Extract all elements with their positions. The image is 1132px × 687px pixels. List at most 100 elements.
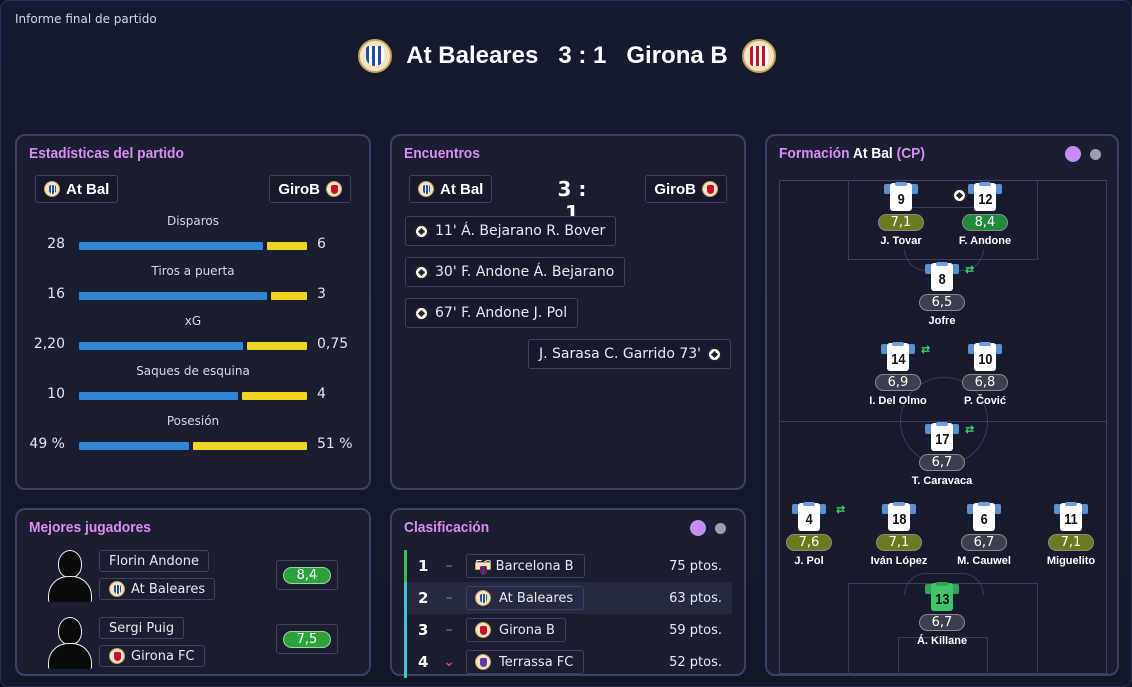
table-row[interactable]: 4 ⌄ Terrassa FC 52 ptos. xyxy=(404,646,732,678)
best-players-panel: Mejores jugadores Florin Andone At Balea… xyxy=(15,508,371,676)
best-player-club[interactable]: Girona FC xyxy=(99,645,205,667)
away-crest-icon xyxy=(702,181,718,197)
shirt-number: 18 xyxy=(891,510,907,528)
away-team-name: Girona B xyxy=(626,42,728,69)
encounters-home-chip: At Bal xyxy=(409,175,493,203)
position-change-icon: ⌄ xyxy=(443,654,455,670)
best-players-title: Mejores jugadores xyxy=(29,519,151,536)
player-rating: 6,9 xyxy=(875,374,921,391)
position-change-icon: – xyxy=(445,622,453,638)
player-rating: 6,7 xyxy=(919,614,965,631)
table-team[interactable]: FC Barcelona B xyxy=(466,554,585,578)
club-crest-icon xyxy=(475,562,491,575)
goal-event: 11' Á. Bejarano R. Bover xyxy=(405,216,617,246)
table-row[interactable]: 3– Girona B 59 ptos. xyxy=(404,614,732,646)
best-player-name[interactable]: Florin Andone xyxy=(99,550,209,572)
formation-player[interactable]: 6 6,7 M. Cauwel xyxy=(939,501,1029,567)
page-dot-active[interactable] xyxy=(1065,146,1081,162)
page-dot[interactable] xyxy=(715,523,726,534)
best-player-name[interactable]: Sergi Puig xyxy=(99,617,185,639)
stat-home-bar xyxy=(79,392,238,400)
table-points: 75 ptos. xyxy=(669,558,722,574)
table-team[interactable]: Terrassa FC xyxy=(466,650,585,674)
window-title: Informe final de partido xyxy=(15,12,157,26)
substitution-icon: ⇄ xyxy=(965,263,975,276)
shirt-icon: 17 xyxy=(925,421,959,451)
stats-away-chip: GiroB xyxy=(269,175,351,203)
table-team[interactable]: At Baleares xyxy=(466,586,585,610)
stat-home-bar xyxy=(79,242,263,250)
home-crest-icon xyxy=(358,39,393,73)
page-dot[interactable] xyxy=(1090,149,1101,160)
table-position: 2 xyxy=(418,589,429,607)
player-rating: 7,6 xyxy=(786,534,832,551)
stat-away-bar xyxy=(271,292,307,300)
formation-player[interactable]: 18 7,1 Iván López xyxy=(854,501,944,567)
player-avatar xyxy=(48,550,92,602)
formation-player[interactable]: 13 6,7 Á. Killane xyxy=(897,581,987,647)
shirt-icon: 9 xyxy=(884,181,918,211)
best-player-rating-value: 8,4 xyxy=(283,566,331,584)
shirt-icon: 10 xyxy=(968,341,1002,371)
stat-home-bar xyxy=(79,442,189,450)
player-rating: 6,7 xyxy=(919,454,965,471)
shirt-number: 17 xyxy=(934,430,950,448)
position-change-icon: – xyxy=(445,558,453,574)
page-dot-active[interactable] xyxy=(690,520,706,536)
table-position: 4 xyxy=(418,653,429,671)
player-rating: 7,1 xyxy=(876,534,922,551)
best-player-rating: 7,5 xyxy=(276,624,338,654)
best-player-rating: 8,4 xyxy=(276,560,338,590)
stat-label: xG xyxy=(184,314,202,328)
shirt-icon: 8 xyxy=(925,261,959,291)
formation-pitch: 9 7,1 J. Tovar 12 8,4 F. Andone 8 6,5 Jofre ⇄ 14 6,… xyxy=(779,180,1107,675)
player-name: Á. Killane xyxy=(916,635,968,647)
substitution-icon: ⇄ xyxy=(965,423,975,436)
formation-player[interactable]: 11 7,1 Miguelito xyxy=(1026,501,1116,567)
table-row[interactable]: 1– FC Barcelona B 75 ptos. xyxy=(404,550,732,582)
substitution-icon: ⇄ xyxy=(921,343,931,356)
player-name: J. Tovar xyxy=(880,235,922,247)
stat-home-value: 49 % xyxy=(29,436,65,452)
encounters-away-chip: GiroB xyxy=(645,175,727,203)
match-report-window: Informe final de partido At Baleares 3 :… xyxy=(0,0,1132,687)
stat-away-bar xyxy=(267,242,307,250)
shirt-number: 13 xyxy=(934,590,950,608)
shirt-number: 6 xyxy=(980,510,988,528)
player-rating: 6,8 xyxy=(962,374,1008,391)
stat-away-bar xyxy=(242,392,307,400)
player-rating: 8,4 xyxy=(962,214,1008,231)
player-name: T. Caravaca xyxy=(911,475,973,487)
goal-event-text: 67' F. Andone J. Pol xyxy=(435,305,568,321)
shirt-number: 14 xyxy=(890,350,906,368)
table-team-name: Girona B xyxy=(499,622,555,638)
standings-panel: Clasificación 1– FC Barcelona B 75 ptos. 2–… xyxy=(390,508,746,678)
player-name: Jofre xyxy=(928,315,956,327)
formation-player[interactable]: 10 6,8 P. Čović xyxy=(940,341,1030,407)
table-team-name: At Baleares xyxy=(499,590,574,606)
standings-title: Clasificación xyxy=(404,519,490,536)
stats-panel: Estadísticas del partido At Bal GiroB Di… xyxy=(15,134,371,490)
scoreline: At Baleares 3 : 1 Girona B xyxy=(1,39,1131,73)
stat-away-value: 6 xyxy=(317,236,326,252)
stat-away-value: 0,75 xyxy=(317,336,349,352)
shirt-number: 9 xyxy=(897,190,905,208)
formation-panel: Formación At Bal (CP) 9 7,1 J. Tovar 12 8,4 F… xyxy=(765,134,1119,676)
home-team-name: At Baleares xyxy=(406,42,539,69)
stat-home-value: 10 xyxy=(47,386,65,402)
shirt-number: 8 xyxy=(938,270,946,288)
table-row[interactable]: 2– At Baleares 63 ptos. xyxy=(404,582,732,614)
stat-away-bar xyxy=(193,442,307,450)
formation-team: At Bal xyxy=(852,145,893,162)
table-team[interactable]: Girona B xyxy=(466,618,566,642)
stat-away-value: 3 xyxy=(317,286,326,302)
table-points: 52 ptos. xyxy=(669,654,722,670)
best-player-club[interactable]: At Baleares xyxy=(99,578,216,600)
player-name: F. Andone xyxy=(958,235,1012,247)
player-name: M. Cauwel xyxy=(957,555,1011,567)
shirt-icon: 11 xyxy=(1054,501,1088,531)
formation-title-label: Formación xyxy=(779,145,850,162)
formation-player[interactable]: 9 7,1 J. Tovar xyxy=(856,181,946,247)
goal-event: J. Sarasa C. Garrido 73' xyxy=(528,339,731,369)
shirt-icon: 4 xyxy=(792,501,826,531)
